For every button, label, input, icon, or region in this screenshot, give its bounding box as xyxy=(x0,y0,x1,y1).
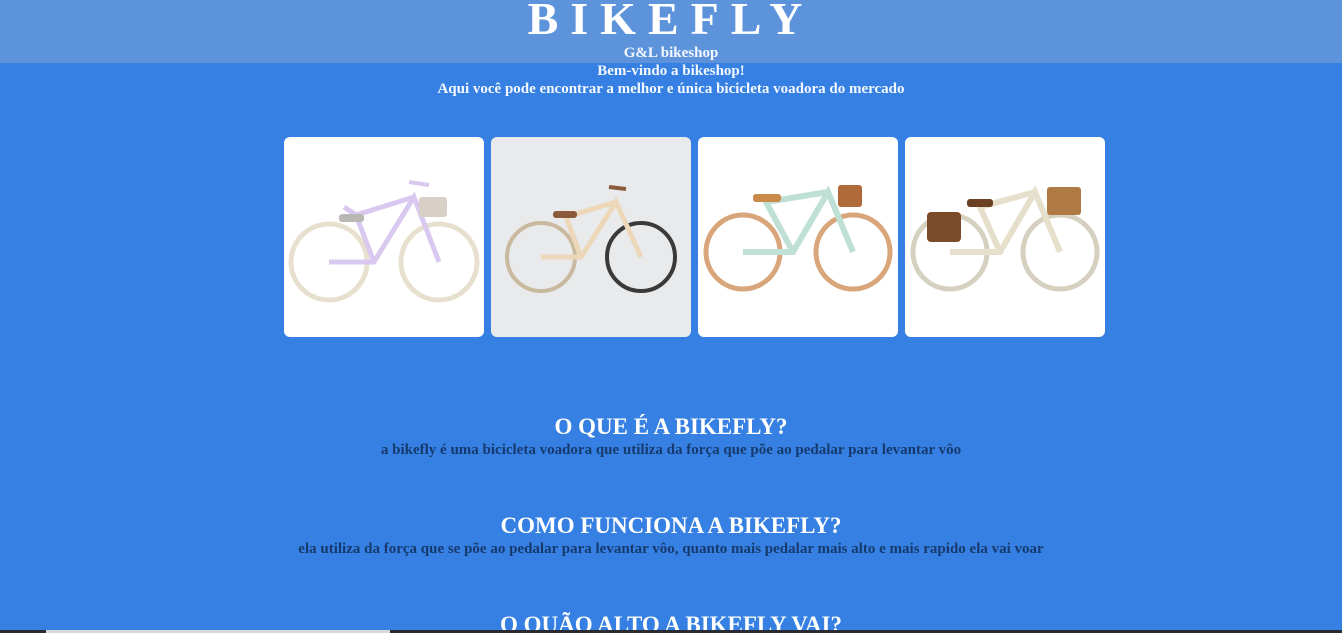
bike-image xyxy=(703,185,893,292)
welcome-text: Bem-vindo a bikeshop! xyxy=(597,63,745,79)
bike-image xyxy=(505,185,677,293)
section-title-how: COMO FUNCIONA A BIKEFLY? xyxy=(500,513,842,538)
section-text-how: ela utiliza da força que se põe ao pedal… xyxy=(298,541,1044,557)
bike-card-mint[interactable] xyxy=(698,137,898,337)
section-title-what: O QUE É A BIKEFLY? xyxy=(554,414,788,439)
bike-gallery xyxy=(284,137,1105,337)
bike-card-cream[interactable] xyxy=(491,137,691,337)
bike-card-beige[interactable] xyxy=(905,137,1105,337)
shop-name: G&L bikeshop xyxy=(623,45,719,61)
tagline-text: Aqui você pode encontrar a melhor e únic… xyxy=(437,81,905,97)
section-text-what: a bikefly é uma bicicleta voadora que ut… xyxy=(380,442,962,458)
brand-title: BIKEFLY xyxy=(527,0,815,44)
bike-image xyxy=(288,180,480,303)
bike-image xyxy=(910,185,1100,292)
bike-card-lilac[interactable] xyxy=(284,137,484,337)
